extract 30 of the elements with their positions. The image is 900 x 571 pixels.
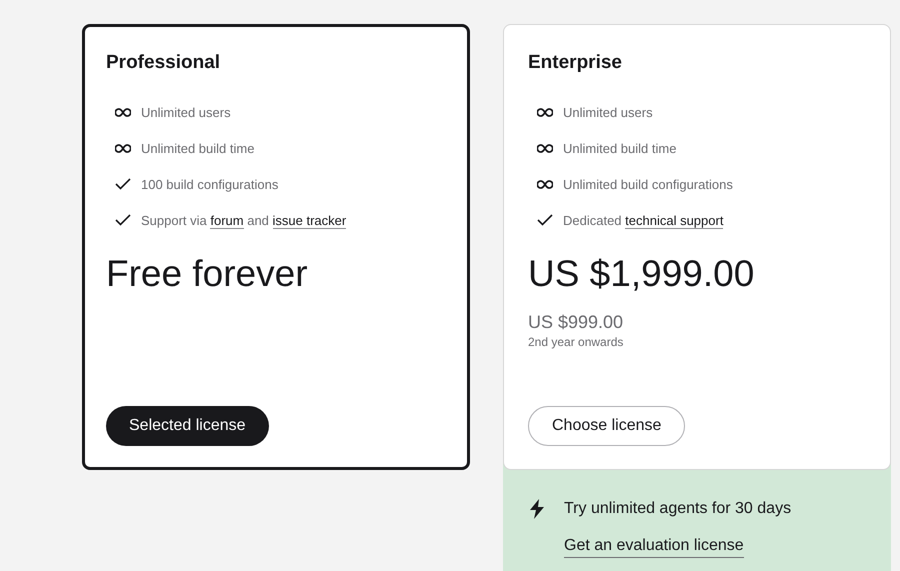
feature-text: Dedicated technical support xyxy=(563,212,724,228)
feature-text: Unlimited users xyxy=(141,104,231,120)
feature-text: Unlimited users xyxy=(563,104,653,120)
feature-text: Unlimited build configurations xyxy=(563,176,733,192)
price: US $1,999.00 xyxy=(528,252,756,296)
infinity-icon xyxy=(537,180,553,188)
link[interactable]: issue tracker xyxy=(272,212,346,228)
plan-title: Enterprise xyxy=(528,51,623,75)
feature-text: Unlimited build time xyxy=(563,140,676,156)
evaluation-text: Try unlimited agents for 30 days xyxy=(564,498,792,518)
lightning-icon xyxy=(529,498,545,518)
feature-text: 100 build configurations xyxy=(141,176,278,192)
infinity-icon xyxy=(115,144,131,152)
link[interactable]: forum xyxy=(210,212,244,228)
evaluation-link[interactable]: Get an evaluation license xyxy=(564,534,744,558)
selected-license-button[interactable]: Selected license xyxy=(106,406,269,446)
price: Free forever xyxy=(106,252,309,296)
link[interactable]: technical support xyxy=(625,212,724,228)
feature-text: Support via forum and issue tracker xyxy=(141,212,346,228)
infinity-icon xyxy=(537,108,553,116)
renewal-note: 2nd year onwards xyxy=(528,334,624,350)
renewal-price: US $999.00 xyxy=(528,311,624,334)
check-icon xyxy=(115,178,131,190)
feature-text: Unlimited build time xyxy=(141,140,254,156)
infinity-icon xyxy=(537,144,553,152)
infinity-icon xyxy=(115,108,131,116)
plan-title: Professional xyxy=(106,51,222,75)
check-icon xyxy=(115,214,131,226)
check-icon xyxy=(537,214,553,226)
choose-license-button[interactable]: Choose license xyxy=(528,406,686,446)
